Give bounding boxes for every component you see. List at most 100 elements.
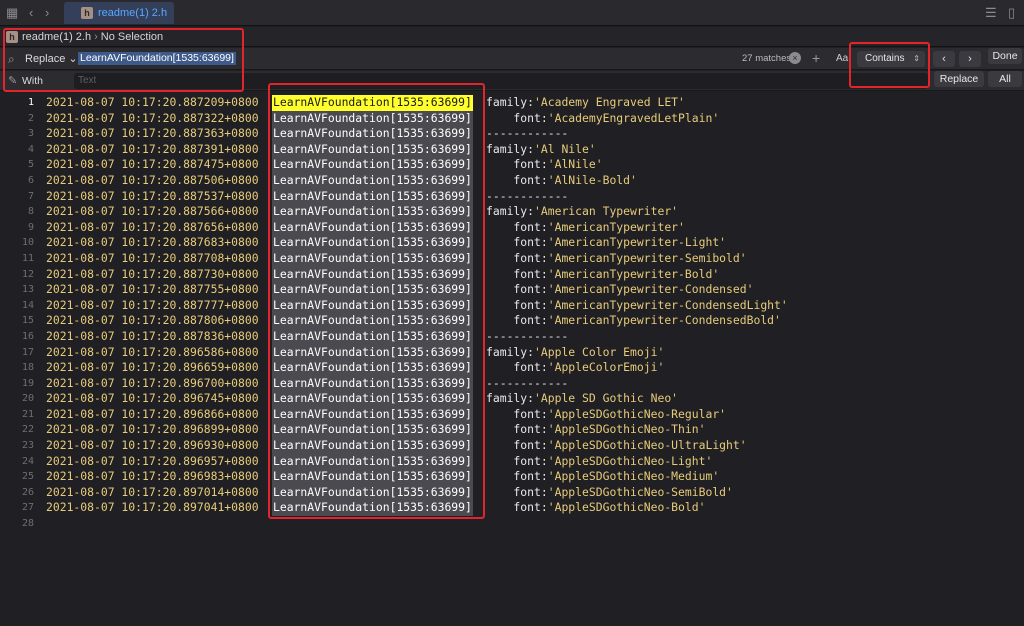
log-timestamp: 2021-08-07 10:17:20.887730+0800	[46, 266, 259, 281]
font-key: font:	[486, 282, 548, 297]
font-key: font:	[486, 453, 548, 468]
jumpbar-selection[interactable]: No Selection	[101, 31, 163, 43]
editor-options-icon[interactable]: ☰	[985, 5, 997, 21]
line-number: 3	[27, 128, 34, 140]
font-key: font:	[486, 422, 548, 437]
match-highlight: LearnAVFoundation[1535:63699]	[272, 188, 473, 205]
forward-chevron-icon[interactable]: ›	[45, 5, 49, 21]
family-entry: family:'Apple Color Emoji'	[486, 345, 664, 361]
family-value: 'American Typewriter'	[534, 204, 679, 219]
add-pattern-icon[interactable]: +	[812, 50, 820, 66]
code-line: 21 2021-08-07 10:17:20.896866+0800 LearnAV…	[0, 406, 1024, 423]
log-timestamp: 2021-08-07 10:17:20.887209+0800	[46, 95, 259, 109]
line-number: 17	[21, 346, 34, 358]
family-entry: family:'Apple SD Gothic Neo'	[486, 391, 678, 407]
match-type-dropdown[interactable]: Contains ⇕	[857, 51, 925, 67]
font-entry: font:'AmericanTypewriter-Condensed'	[486, 282, 753, 298]
grid-icon[interactable]: ▦	[6, 5, 18, 21]
replace-placeholder: Text	[78, 75, 97, 86]
log-timestamp: 2021-08-07 10:17:20.887322+0800	[46, 110, 259, 125]
log-timestamp: 2021-08-07 10:17:20.896700+0800	[46, 375, 259, 390]
font-value: 'AppleSDGothicNeo-UltraLight'	[547, 438, 747, 453]
line-number: 1	[27, 97, 34, 108]
code-line: 7 2021-08-07 10:17:20.887537+0800 LearnAVF…	[0, 188, 1024, 205]
line-number: 25	[21, 471, 34, 483]
match-highlight: LearnAVFoundation[1535:63699]	[272, 219, 473, 236]
family-key: family:	[486, 391, 535, 406]
font-key: font:	[486, 500, 548, 515]
log-timestamp: 2021-08-07 10:17:20.887806+0800	[46, 313, 259, 328]
code-line: 5 2021-08-07 10:17:20.887475+0800 LearnAVF…	[0, 157, 1024, 173]
match-highlight: LearnAVFoundation[1535:63699]	[272, 328, 473, 345]
font-entry: font:'AppleSDGothicNeo-Thin'	[486, 422, 705, 438]
tab-label: readme(1) 2.h	[98, 7, 168, 19]
line-number: 18	[21, 362, 34, 374]
search-input[interactable]: LearnAVFoundation[1535:63699]	[78, 52, 236, 65]
find-mode-dropdown[interactable]: Replace ⌄	[25, 52, 78, 65]
log-timestamp: 2021-08-07 10:17:20.887506+0800	[46, 172, 259, 187]
line-number: 16	[21, 330, 34, 342]
line-number: 2	[27, 112, 34, 124]
tab-readme[interactable]: h readme(1) 2.h	[64, 2, 174, 24]
match-highlight: LearnAVFoundation[1535:63699]	[272, 500, 473, 517]
code-line: 13 2021-08-07 10:17:20.887755+0800 LearnAV…	[0, 282, 1024, 298]
font-value: 'AppleSDGothicNeo-SemiBold'	[547, 484, 733, 499]
clear-search-icon[interactable]: ×	[789, 52, 801, 64]
code-editor[interactable]: 1 2021-08-07 10:17:20.887209+0800 LearnAVF…	[0, 92, 1024, 626]
match-case-toggle[interactable]: Aa	[836, 53, 848, 64]
line-number: 28	[21, 518, 34, 530]
line-number: 9	[27, 221, 34, 233]
font-entry: font:'AmericanTypewriter-Light'	[486, 235, 726, 251]
back-chevron-icon[interactable]: ‹	[29, 5, 33, 21]
code-line: 28	[0, 516, 1024, 532]
separator-line: ------------	[486, 375, 569, 390]
editor-lines: 1 2021-08-07 10:17:20.887209+0800 LearnAVF…	[0, 92, 1024, 529]
previous-match-button[interactable]: ‹	[933, 51, 955, 67]
find-mode-label: Replace	[25, 53, 66, 65]
font-entry: font:'AppleColorEmoji'	[486, 360, 664, 376]
font-entry: font:'AmericanTypewriter-Semibold'	[486, 250, 747, 267]
font-value: 'AmericanTypewriter-Semibold'	[547, 250, 747, 265]
font-key: font:	[486, 266, 548, 281]
font-value: 'AppleColorEmoji'	[547, 360, 665, 375]
replace-all-button[interactable]: All	[988, 71, 1022, 87]
match-highlight: LearnAVFoundation[1535:63699]	[272, 110, 473, 127]
replace-button[interactable]: Replace	[934, 71, 984, 87]
line-number: 21	[21, 408, 34, 420]
font-entry: font:'AlNile-Bold'	[486, 172, 637, 189]
line-number: 24	[21, 455, 34, 467]
chevron-right-icon: ›	[94, 30, 98, 43]
match-highlight: LearnAVFoundation[1535:63699]	[272, 391, 473, 407]
split-editor-icon[interactable]: ▯	[1008, 5, 1015, 21]
line-number: 23	[21, 440, 34, 452]
font-key: font:	[486, 313, 548, 328]
font-key: font:	[486, 110, 548, 125]
code-line: 15 2021-08-07 10:17:20.887806+0800 LearnAV…	[0, 313, 1024, 329]
family-value: 'Apple SD Gothic Neo'	[534, 391, 679, 406]
line-number: 26	[21, 486, 34, 498]
font-value: 'AmericanTypewriter-CondensedBold'	[547, 313, 781, 328]
replace-bar: ✎ With Text Replace All	[0, 71, 1024, 91]
line-number: 8	[27, 206, 34, 218]
code-line: 6 2021-08-07 10:17:20.887506+0800 LearnAVF…	[0, 172, 1024, 189]
log-timestamp: 2021-08-07 10:17:20.896957+0800	[46, 453, 259, 468]
done-button[interactable]: Done	[988, 48, 1022, 64]
font-value: 'AlNile-Bold'	[547, 172, 637, 187]
family-key: family:	[486, 141, 535, 156]
match-highlight: LearnAVFoundation[1535:63699]	[272, 469, 473, 485]
log-timestamp: 2021-08-07 10:17:20.896866+0800	[46, 406, 259, 421]
next-match-button[interactable]: ›	[959, 51, 981, 67]
separator-line: ------------	[486, 328, 569, 343]
font-entry: font:'AppleSDGothicNeo-Light'	[486, 454, 712, 470]
replace-input[interactable]: Text	[74, 73, 928, 89]
log-timestamp: 2021-08-07 10:17:20.887656+0800	[46, 219, 259, 234]
line-number: 15	[21, 315, 34, 327]
jumpbar-file[interactable]: readme(1) 2.h	[22, 31, 91, 43]
font-value: 'AmericanTypewriter-Condensed'	[547, 282, 754, 297]
font-entry: font:'AppleSDGothicNeo-Medium'	[486, 469, 719, 485]
font-value: 'AppleSDGothicNeo-Thin'	[547, 422, 706, 437]
family-value: 'Academy Engraved LET'	[534, 95, 685, 109]
log-timestamp: 2021-08-07 10:17:20.887683+0800	[46, 235, 259, 250]
code-line: 4 2021-08-07 10:17:20.887391+0800 LearnAVF…	[0, 141, 1024, 158]
code-line: 23 2021-08-07 10:17:20.896930+0800 LearnAV…	[0, 438, 1024, 454]
